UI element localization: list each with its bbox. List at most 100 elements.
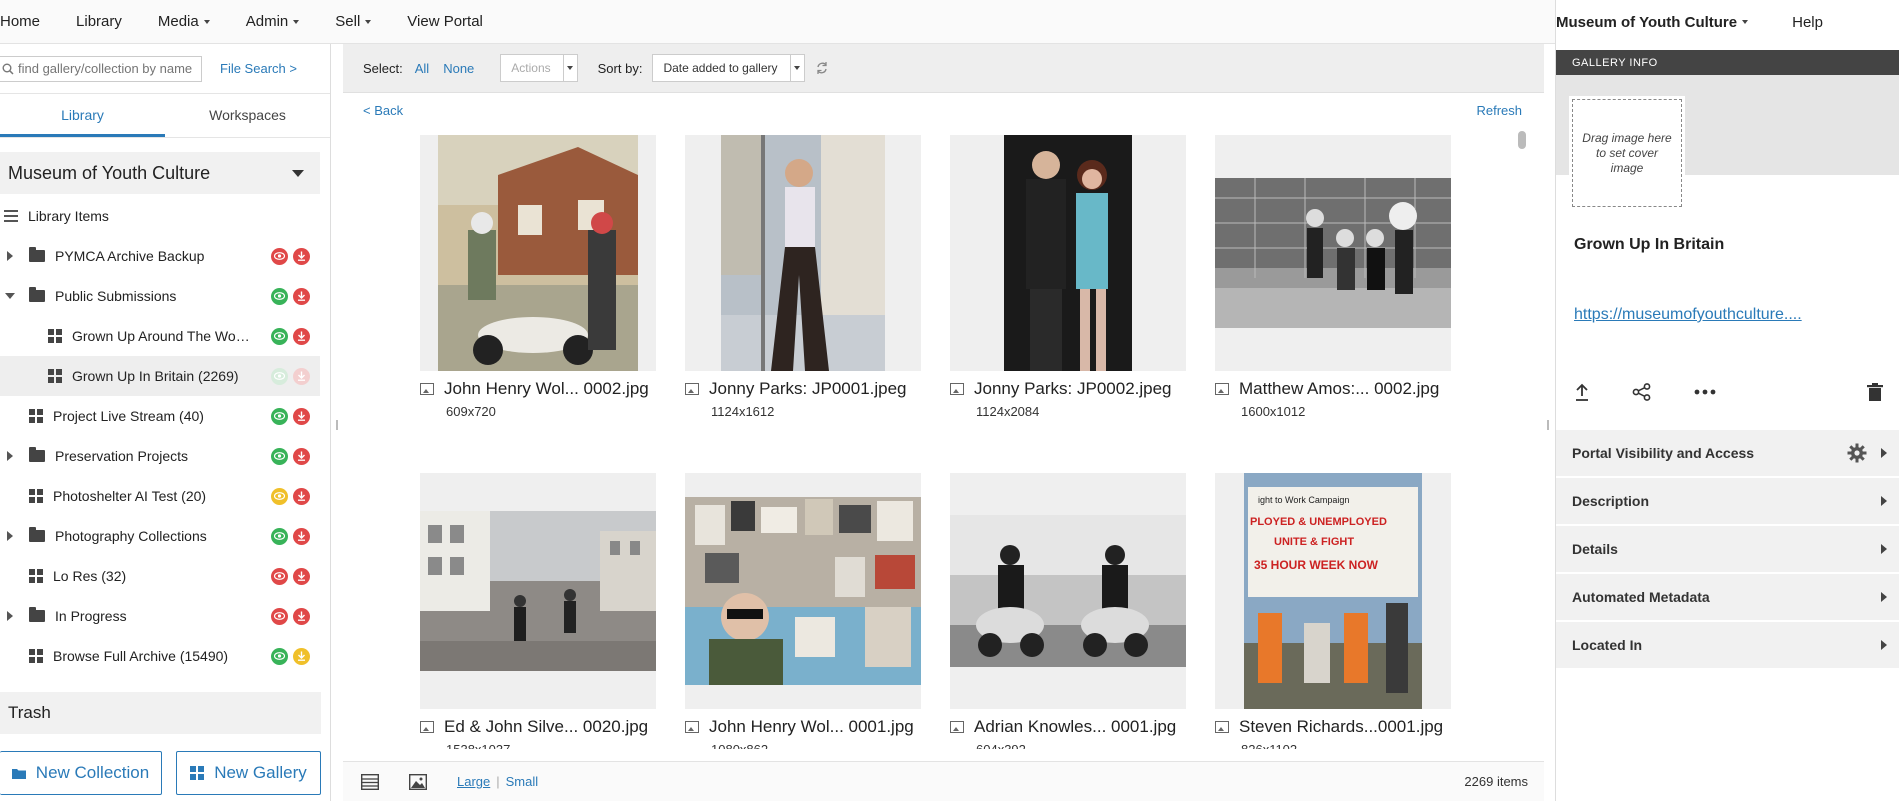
size-large-link[interactable]: Large [457, 774, 490, 789]
list-view-icon[interactable] [361, 773, 379, 790]
download-icon[interactable] [293, 607, 310, 625]
nav-home[interactable]: Home [0, 13, 40, 30]
view-statusbar: Large | Small 2269 items [343, 761, 1544, 801]
accordion-section[interactable]: Description [1556, 478, 1899, 526]
new-gallery-button[interactable]: New Gallery [176, 751, 321, 795]
sidebar-item[interactable]: Project Live Stream (40) [0, 396, 320, 436]
thumbnail-image[interactable] [950, 135, 1186, 371]
scrollbar-thumb[interactable] [1518, 131, 1526, 149]
help-link[interactable]: Help [1792, 14, 1823, 31]
thumbnail-image[interactable] [950, 473, 1186, 709]
delete-icon[interactable] [1867, 383, 1883, 401]
sort-direction-icon[interactable] [815, 61, 829, 75]
download-icon[interactable] [293, 247, 310, 265]
left-splitter[interactable] [334, 44, 340, 801]
sidebar-item[interactable]: Photoshelter AI Test (20) [0, 476, 320, 516]
thumbnail-tile[interactable]: Adrian Knowles... 0001.jpg 604x392 [950, 473, 1186, 749]
download-icon[interactable] [293, 287, 310, 305]
select-all-link[interactable]: All [415, 61, 429, 76]
download-icon[interactable] [293, 567, 310, 585]
thumbnail-image[interactable] [420, 135, 656, 371]
sidebar-item[interactable]: Lo Res (32) [0, 556, 320, 596]
visibility-eye-icon[interactable] [271, 247, 288, 265]
sidebar-item[interactable]: Public Submissions [0, 276, 320, 316]
file-search-link[interactable]: File Search > [220, 61, 297, 76]
thumbnail-image[interactable]: ight to Work Campaign PLOYED & UNEMPLOYE… [1215, 473, 1451, 709]
gallery-url-link[interactable]: https://museumofyouthculture.... [1556, 306, 1899, 324]
sort-dropdown[interactable]: Date added to gallery [652, 54, 805, 82]
actions-dropdown[interactable]: Actions [500, 54, 578, 82]
visibility-eye-icon[interactable] [271, 647, 288, 665]
visibility-eye-icon[interactable] [271, 367, 288, 385]
accordion-section[interactable]: Located In [1556, 622, 1899, 670]
sidebar-item[interactable]: In Progress [0, 596, 320, 636]
size-small-link[interactable]: Small [506, 774, 539, 789]
thumbnail-tile[interactable]: ight to Work Campaign PLOYED & UNEMPLOYE… [1215, 473, 1451, 749]
thumbnail-tile[interactable]: Jonny Parks: JP0001.jpeg 1124x1612 [685, 135, 921, 419]
more-options-icon[interactable] [1694, 389, 1716, 395]
visibility-eye-icon[interactable] [271, 407, 288, 425]
sidebar-item[interactable]: Grown Up In Britain (2269) [0, 356, 320, 396]
sidebar-item-label: Grown Up In Britain (2269) [72, 368, 239, 384]
upload-icon[interactable] [1574, 383, 1590, 401]
tab-library[interactable]: Library [0, 94, 165, 137]
sidebar-item[interactable]: PYMCA Archive Backup [0, 236, 320, 276]
thumbnail-tile[interactable]: Jonny Parks: JP0002.jpeg 1124x2084 [950, 135, 1186, 419]
share-icon[interactable] [1632, 383, 1652, 401]
thumbnail-tile[interactable]: Ed & John Silve... 0020.jpg 1538x1037 [420, 473, 656, 749]
download-icon[interactable] [293, 647, 310, 665]
new-collection-button[interactable]: New Collection [0, 751, 162, 795]
download-icon[interactable] [293, 447, 310, 465]
visibility-eye-icon[interactable] [271, 567, 288, 585]
accordion-section[interactable]: Portal Visibility and Access [1556, 430, 1899, 478]
expand-toggle-icon[interactable] [3, 531, 17, 541]
sidebar-item[interactable]: Browse Full Archive (15490) [0, 636, 320, 676]
thumbnail-tile[interactable]: John Henry Wol... 0002.jpg 609x720 [420, 135, 656, 419]
nav-sell[interactable]: Sell [335, 13, 372, 30]
nav-library[interactable]: Library [76, 13, 122, 30]
thumbnail-image[interactable] [685, 473, 921, 709]
refresh-link[interactable]: Refresh [1476, 103, 1522, 118]
expand-toggle-icon[interactable] [3, 451, 17, 461]
right-splitter[interactable] [1545, 44, 1551, 801]
thumbnail-tile[interactable]: Matthew Amos:... 0002.jpg 1600x1012 [1215, 135, 1451, 419]
download-icon[interactable] [293, 527, 310, 545]
visibility-eye-icon[interactable] [271, 527, 288, 545]
download-icon[interactable] [293, 327, 310, 345]
visibility-eye-icon[interactable] [271, 287, 288, 305]
expand-toggle-icon[interactable] [3, 251, 17, 261]
visibility-eye-icon[interactable] [271, 607, 288, 625]
thumbnail-image[interactable] [685, 135, 921, 371]
cover-image-dropzone[interactable]: Drag image here to set cover image [1569, 96, 1685, 210]
visibility-eye-icon[interactable] [271, 487, 288, 505]
trash-row[interactable]: Trash [0, 692, 321, 734]
visibility-eye-icon[interactable] [271, 327, 288, 345]
thumbnail-tile[interactable]: John Henry Wol... 0001.jpg 1080x862 [685, 473, 921, 749]
expand-toggle-icon[interactable] [3, 611, 17, 621]
accordion-section[interactable]: Automated Metadata [1556, 574, 1899, 622]
back-link[interactable]: < Back [363, 103, 403, 118]
library-selector[interactable]: Museum of Youth Culture [0, 152, 320, 194]
visibility-eye-icon[interactable] [271, 447, 288, 465]
gallery-search-box[interactable] [0, 55, 202, 82]
sidebar-item[interactable]: Photography Collections [0, 516, 320, 556]
nav-admin[interactable]: Admin [246, 13, 300, 30]
thumbnail-image[interactable] [1215, 135, 1451, 371]
org-menu[interactable]: Museum of Youth Culture [1556, 14, 1749, 31]
library-items-row[interactable]: Library Items [0, 196, 320, 236]
expand-toggle-icon[interactable] [3, 293, 17, 299]
gallery-search-input[interactable] [18, 61, 198, 76]
sidebar-item[interactable]: Preservation Projects [0, 436, 320, 476]
select-none-link[interactable]: None [443, 61, 474, 76]
download-icon[interactable] [293, 407, 310, 425]
download-icon[interactable] [293, 367, 310, 385]
tab-workspaces[interactable]: Workspaces [165, 94, 330, 137]
nav-media[interactable]: Media [158, 13, 210, 30]
accordion-section[interactable]: Details [1556, 526, 1899, 574]
download-icon[interactable] [293, 487, 310, 505]
sidebar-item[interactable]: Grown Up Around The World... [0, 316, 320, 356]
thumbnail-image[interactable] [420, 473, 656, 709]
gear-icon[interactable] [1847, 443, 1867, 463]
grid-view-icon[interactable] [409, 773, 427, 790]
nav-view-portal[interactable]: View Portal [407, 13, 483, 30]
